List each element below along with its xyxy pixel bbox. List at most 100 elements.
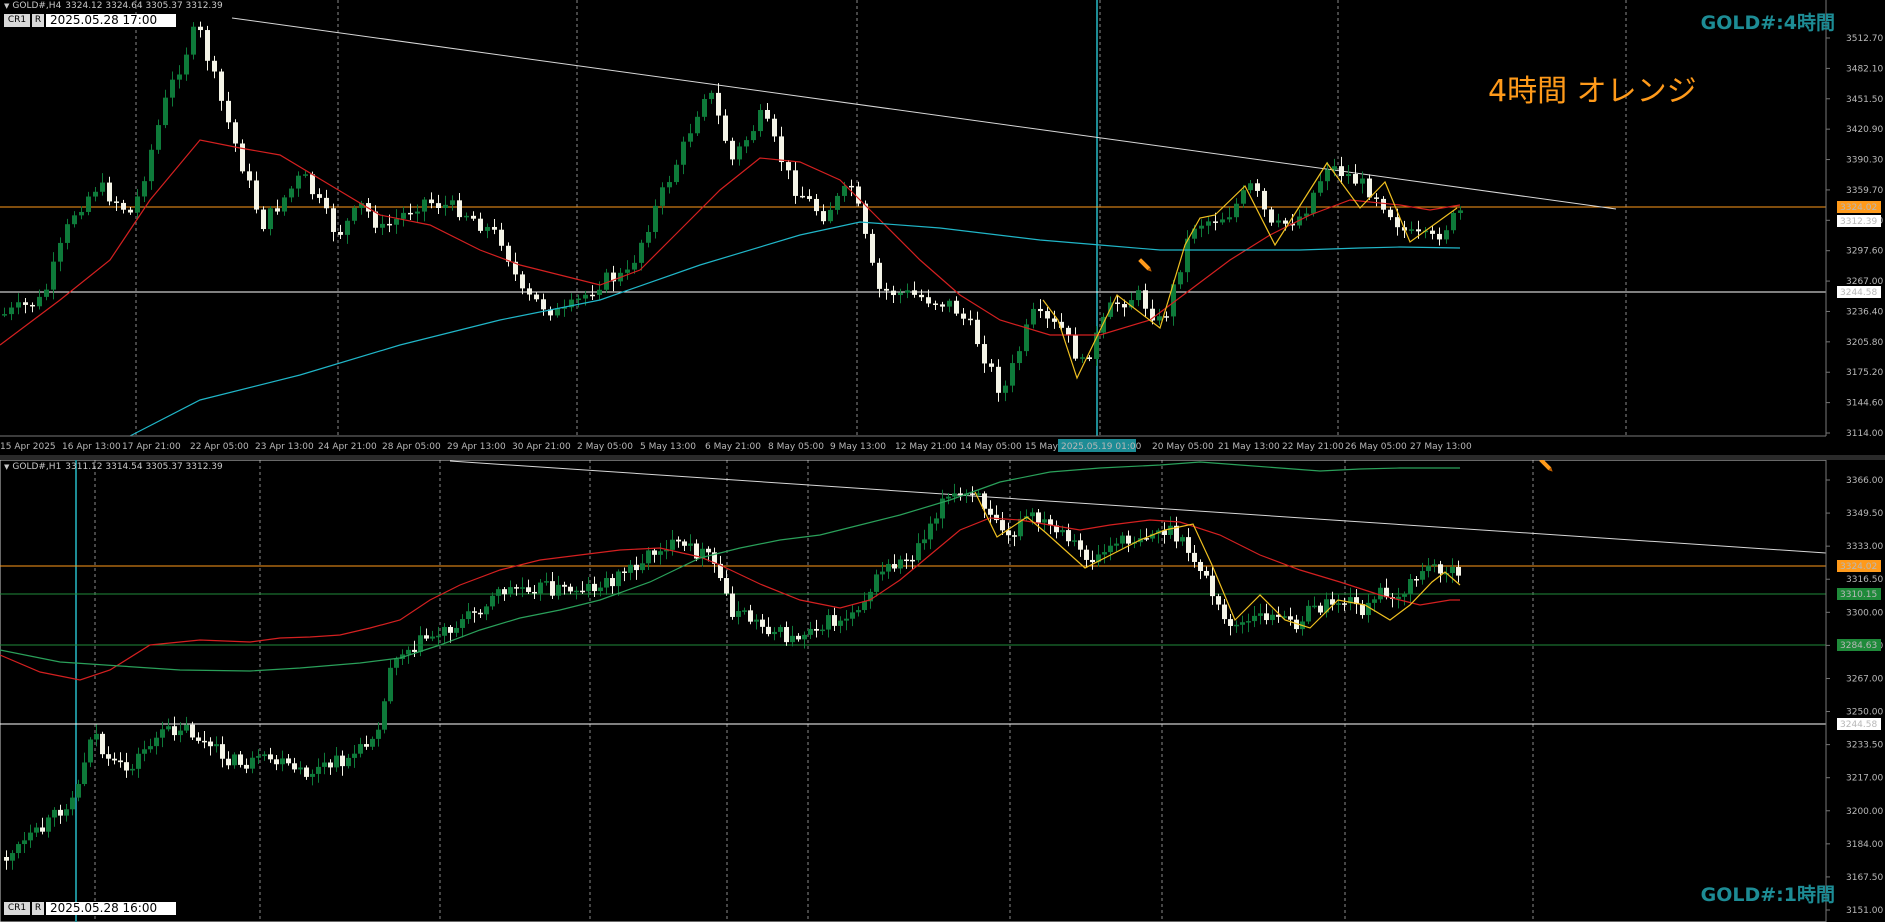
time-tick-label: 20 May 05:00 xyxy=(1152,442,1214,452)
candle-body xyxy=(598,587,603,592)
candle-body xyxy=(674,164,679,183)
candle-body xyxy=(282,197,287,212)
candle-body xyxy=(814,628,819,631)
candle-body xyxy=(1426,565,1431,572)
candle-body xyxy=(208,741,213,747)
price-tick-label: 3349.50 xyxy=(1846,509,1883,519)
candle-body xyxy=(1342,603,1347,605)
candle-body xyxy=(538,582,543,594)
candle-body xyxy=(1038,308,1043,312)
candle-body xyxy=(30,304,35,307)
candle-body xyxy=(779,136,784,163)
candle-body xyxy=(220,744,225,759)
candle-body xyxy=(250,757,255,769)
candle-body xyxy=(499,229,504,246)
candle-body xyxy=(52,809,57,818)
candle-body xyxy=(261,209,266,230)
candle-body xyxy=(317,194,322,198)
candle-body xyxy=(1157,316,1162,321)
candle-body xyxy=(850,612,855,619)
candle-body xyxy=(292,763,297,770)
ma-short-line xyxy=(0,139,1461,346)
candle-body xyxy=(190,724,195,738)
candle-body xyxy=(429,199,434,204)
candle-body xyxy=(394,218,399,225)
collapse-triangle-icon[interactable]: ▼ xyxy=(4,463,9,471)
candle-body xyxy=(1378,587,1383,600)
candle-body xyxy=(37,296,42,307)
candle-body xyxy=(590,294,595,297)
candle-body xyxy=(244,764,249,769)
candle-body xyxy=(1270,614,1275,621)
pencil-icon[interactable] xyxy=(1539,460,1554,473)
time-tick-label: 16 Apr 13:00 xyxy=(62,442,121,452)
candle-body xyxy=(1186,537,1191,553)
candle-body xyxy=(454,627,459,633)
r-tag[interactable]: R xyxy=(32,902,44,915)
candle-body xyxy=(737,146,742,160)
candle-body xyxy=(660,187,665,206)
candle-body xyxy=(1416,229,1421,232)
candle-body xyxy=(280,758,285,765)
candle-body xyxy=(934,518,939,524)
chart-canvas-h1[interactable]: 3366.003349.503333.003316.503300.003283.… xyxy=(0,460,1885,922)
cr-tag[interactable]: CR1 xyxy=(4,902,30,915)
price-tick-label: 3114.00 xyxy=(1846,429,1883,439)
candle-body xyxy=(842,185,847,196)
candle-body xyxy=(286,758,291,764)
candle-body xyxy=(1036,512,1041,523)
chart-title: GOLD#:4時間 xyxy=(1700,12,1835,34)
candle-body xyxy=(1199,225,1204,229)
candle-body xyxy=(508,587,513,595)
candle-body xyxy=(884,288,889,291)
chart-pane-h1[interactable]: 3366.003349.503333.003316.503300.003283.… xyxy=(0,460,1885,922)
candle-body xyxy=(382,701,387,730)
candle-body xyxy=(784,627,789,643)
candle-body xyxy=(1213,221,1218,223)
candle-body xyxy=(898,559,903,569)
candle-body xyxy=(808,628,813,635)
candle-body xyxy=(835,195,840,210)
candle-body xyxy=(926,297,931,304)
candle-body xyxy=(534,294,539,300)
candle-body xyxy=(1228,619,1233,626)
cr-tag[interactable]: CR1 xyxy=(4,14,30,27)
candle-body xyxy=(142,181,147,197)
candle-body xyxy=(1374,197,1379,199)
candle-body xyxy=(100,733,105,755)
ohlc-label: 3311.12 3314.54 3305.37 3312.39 xyxy=(65,462,223,472)
candle-body xyxy=(828,209,833,222)
candle-body xyxy=(1353,174,1358,184)
candle-body xyxy=(34,827,39,833)
candle-body xyxy=(1234,624,1239,627)
candle-body xyxy=(198,26,203,31)
price-tick-label: 3267.00 xyxy=(1846,277,1883,287)
candle-body xyxy=(430,636,435,639)
candle-body xyxy=(947,300,952,307)
candle-body xyxy=(23,302,28,305)
candle-body xyxy=(322,762,327,767)
price-tick-label: 3267.00 xyxy=(1846,674,1883,684)
candle-body xyxy=(1192,552,1197,562)
candle-body xyxy=(262,754,267,757)
chart-annotation-text[interactable]: 4時間 オレンジ xyxy=(1488,66,1697,110)
ohlc-label: 3324.12 3324.64 3305.37 3312.39 xyxy=(65,1,223,11)
pencil-icon[interactable] xyxy=(1138,258,1153,273)
candle-body xyxy=(898,292,903,296)
candle-body xyxy=(933,303,938,305)
candle-body xyxy=(940,304,945,307)
candle-body xyxy=(616,571,621,587)
candle-body xyxy=(65,224,70,243)
candle-body xyxy=(622,571,627,573)
candle-body xyxy=(1432,564,1437,566)
price-tick-label: 3333.00 xyxy=(1846,542,1883,552)
price-tick-label: 3144.60 xyxy=(1846,399,1883,409)
price-tick-label: 3482.10 xyxy=(1846,64,1883,74)
chart-pane-h4[interactable]: 3512.70 3482.10 3451.50 3420.90 3390.30 3359.… xyxy=(0,0,1885,455)
r-tag[interactable]: R xyxy=(32,14,44,27)
candle-body xyxy=(121,202,126,210)
candle-body xyxy=(1010,363,1015,386)
collapse-triangle-icon[interactable]: ▼ xyxy=(4,2,9,10)
candle-body xyxy=(639,242,644,263)
candle-body xyxy=(988,508,993,515)
